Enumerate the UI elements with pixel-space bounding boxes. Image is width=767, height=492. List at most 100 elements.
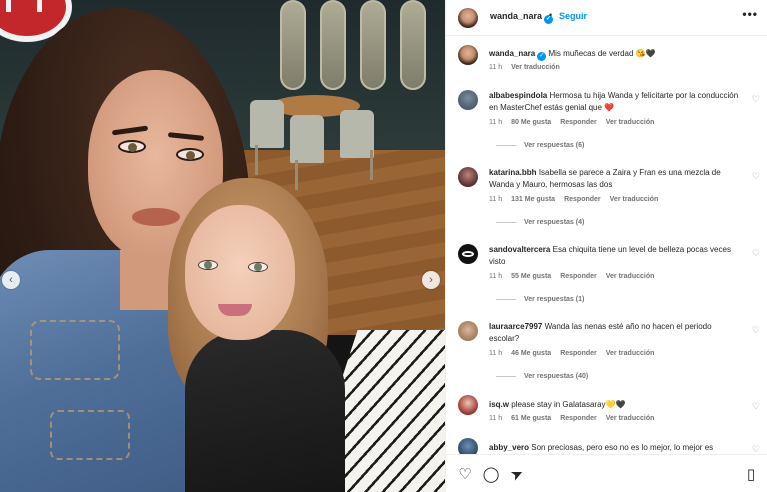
like-count[interactable]: 131 Me gusta bbox=[511, 196, 555, 203]
translate-link[interactable]: Ver traducción bbox=[610, 196, 659, 203]
timestamp: 11 h bbox=[489, 196, 503, 203]
avatar[interactable] bbox=[458, 438, 478, 454]
heart-icon[interactable]: ♡ bbox=[456, 465, 474, 483]
girl-eye bbox=[248, 262, 268, 272]
studio-chair bbox=[250, 100, 284, 148]
heart-icon[interactable]: ♡ bbox=[752, 248, 760, 259]
comments-list[interactable]: wanda_nara ✓ Mis muñecas de verdad 😘🖤 11 … bbox=[446, 36, 767, 454]
woman-eye bbox=[176, 148, 204, 161]
post-header: wanda_nara ✓ • Seguir ••• bbox=[446, 0, 767, 36]
verified-badge-icon: ✓ bbox=[537, 52, 547, 61]
comment-item: katarina.bbh Isabella se parece a Zaira … bbox=[446, 167, 767, 237]
separator: • bbox=[549, 10, 553, 20]
translate-link[interactable]: Ver traducción bbox=[606, 350, 655, 357]
caption-username[interactable]: wanda_nara bbox=[489, 49, 535, 58]
view-replies-button[interactable]: Ver respuestas (40) bbox=[496, 373, 588, 380]
timestamp: 11 h bbox=[489, 350, 503, 357]
comment-username[interactable]: abby_vero bbox=[489, 443, 529, 452]
translate-link[interactable]: Ver traducción bbox=[606, 273, 655, 280]
post-photo: ‹ › bbox=[0, 0, 445, 492]
comment-text: albabespindola Hermosa tu hija Wanda y f… bbox=[489, 90, 744, 114]
bookmark-icon[interactable]: ▯ bbox=[742, 465, 760, 483]
reply-button[interactable]: Responder bbox=[560, 415, 597, 422]
comment-username[interactable]: albabespindola bbox=[489, 91, 547, 100]
comment-meta: 11 h 80 Me gusta Responder Ver traducción bbox=[489, 119, 663, 126]
heart-icon[interactable]: ♡ bbox=[752, 444, 760, 454]
post-actions-bar: ♡ ◯ ➤ ▯ bbox=[446, 454, 767, 492]
view-replies-button[interactable]: Ver respuestas (6) bbox=[496, 142, 584, 149]
comment-username[interactable]: sandovaltercera bbox=[489, 245, 550, 254]
studio-chair bbox=[290, 115, 324, 163]
comment-text: abby_vero Son preciosas, pero eso no es … bbox=[489, 442, 744, 454]
comment-text: isq.w please stay in Galatasaray💛🖤 bbox=[489, 399, 744, 411]
comment-item: abby_vero Son preciosas, pero eso no es … bbox=[446, 438, 767, 454]
view-replies-button[interactable]: Ver respuestas (4) bbox=[496, 219, 584, 226]
comment-item: sandovaltercera Esa chiquita tiene un le… bbox=[446, 244, 767, 314]
avatar[interactable] bbox=[458, 167, 478, 187]
reply-button[interactable]: Responder bbox=[560, 119, 597, 126]
chevron-right-icon[interactable]: › bbox=[422, 271, 440, 289]
comment-item: albabespindola Hermosa tu hija Wanda y f… bbox=[446, 90, 767, 160]
like-count[interactable]: 61 Me gusta bbox=[511, 415, 551, 422]
heart-icon[interactable]: ♡ bbox=[752, 401, 760, 412]
send-icon[interactable]: ➤ bbox=[505, 462, 529, 486]
post-side-panel: wanda_nara ✓ • Seguir ••• wanda_nara ✓ Mis… bbox=[445, 0, 767, 492]
username-text[interactable]: wanda_nara bbox=[490, 11, 542, 21]
avatar[interactable] bbox=[458, 8, 478, 28]
comment-item: lauraarce7997 Wanda las nenas esté año n… bbox=[446, 321, 767, 391]
comment-username[interactable]: lauraarce7997 bbox=[489, 322, 542, 331]
post-username[interactable]: wanda_nara ✓ bbox=[490, 11, 554, 24]
woman-eye bbox=[118, 140, 146, 153]
like-count[interactable]: 46 Me gusta bbox=[511, 350, 551, 357]
caption-row: wanda_nara ✓ Mis muñecas de verdad 😘🖤 11 … bbox=[446, 45, 767, 85]
like-count[interactable]: 80 Me gusta bbox=[511, 119, 551, 126]
reply-button[interactable]: Responder bbox=[564, 196, 601, 203]
comment-username[interactable]: isq.w bbox=[489, 400, 509, 409]
reply-button[interactable]: Responder bbox=[560, 350, 597, 357]
girl-black-top bbox=[185, 330, 345, 492]
timestamp: 11 h bbox=[489, 273, 503, 280]
studio-wall-panel bbox=[400, 0, 426, 90]
translate-link[interactable]: Ver traducción bbox=[606, 119, 655, 126]
comment-item: isq.w please stay in Galatasaray💛🖤 ♡ 11 … bbox=[446, 395, 767, 429]
timestamp: 11 h bbox=[489, 415, 503, 422]
avatar[interactable] bbox=[458, 45, 478, 65]
comment-meta: 11 h 46 Me gusta Responder Ver traducción bbox=[489, 350, 663, 357]
caption-body: Mis muñecas de verdad 😘🖤 bbox=[548, 49, 656, 58]
caption-text: wanda_nara ✓ Mis muñecas de verdad 😘🖤 bbox=[489, 48, 744, 61]
timestamp: 11 h bbox=[489, 64, 503, 71]
woman-lips bbox=[132, 208, 180, 226]
translate-link[interactable]: Ver traducción bbox=[511, 64, 560, 71]
caption-meta: 11 h Ver traducción bbox=[489, 64, 569, 71]
comment-text: katarina.bbh Isabella se parece a Zaira … bbox=[489, 167, 744, 191]
avatar[interactable] bbox=[458, 321, 478, 341]
avatar[interactable] bbox=[458, 244, 478, 264]
studio-wall-panel bbox=[360, 0, 386, 90]
view-replies-button[interactable]: Ver respuestas (1) bbox=[496, 296, 584, 303]
follow-button[interactable]: Seguir bbox=[559, 11, 587, 21]
heart-icon[interactable]: ♡ bbox=[752, 325, 760, 336]
comment-text: lauraarce7997 Wanda las nenas esté año n… bbox=[489, 321, 744, 345]
studio-chair bbox=[340, 110, 374, 158]
comment-username[interactable]: katarina.bbh bbox=[489, 168, 537, 177]
more-options-icon[interactable]: ••• bbox=[742, 7, 758, 21]
like-count[interactable]: 55 Me gusta bbox=[511, 273, 551, 280]
comment-body: Son preciosas, pero eso no es lo mejor, … bbox=[531, 443, 714, 452]
comment-body: please stay in Galatasaray💛🖤 bbox=[511, 400, 626, 409]
comment-meta: 11 h 131 Me gusta Responder Ver traducción bbox=[489, 196, 667, 203]
heart-icon[interactable]: ♡ bbox=[752, 94, 760, 105]
comment-meta: 11 h 61 Me gusta Responder Ver traducción bbox=[489, 415, 663, 422]
comment-icon[interactable]: ◯ bbox=[482, 465, 500, 483]
girl-eye bbox=[198, 260, 218, 270]
comment-meta: 11 h 55 Me gusta Responder Ver traducción bbox=[489, 273, 663, 280]
girl-face bbox=[185, 205, 295, 340]
heart-icon[interactable]: ♡ bbox=[752, 171, 760, 182]
avatar[interactable] bbox=[458, 90, 478, 110]
studio-wall-panel bbox=[280, 0, 306, 90]
studio-wall-panel bbox=[320, 0, 346, 90]
comment-text: sandovaltercera Esa chiquita tiene un le… bbox=[489, 244, 744, 268]
avatar[interactable] bbox=[458, 395, 478, 415]
translate-link[interactable]: Ver traducción bbox=[606, 415, 655, 422]
reply-button[interactable]: Responder bbox=[560, 273, 597, 280]
chevron-left-icon[interactable]: ‹ bbox=[2, 271, 20, 289]
